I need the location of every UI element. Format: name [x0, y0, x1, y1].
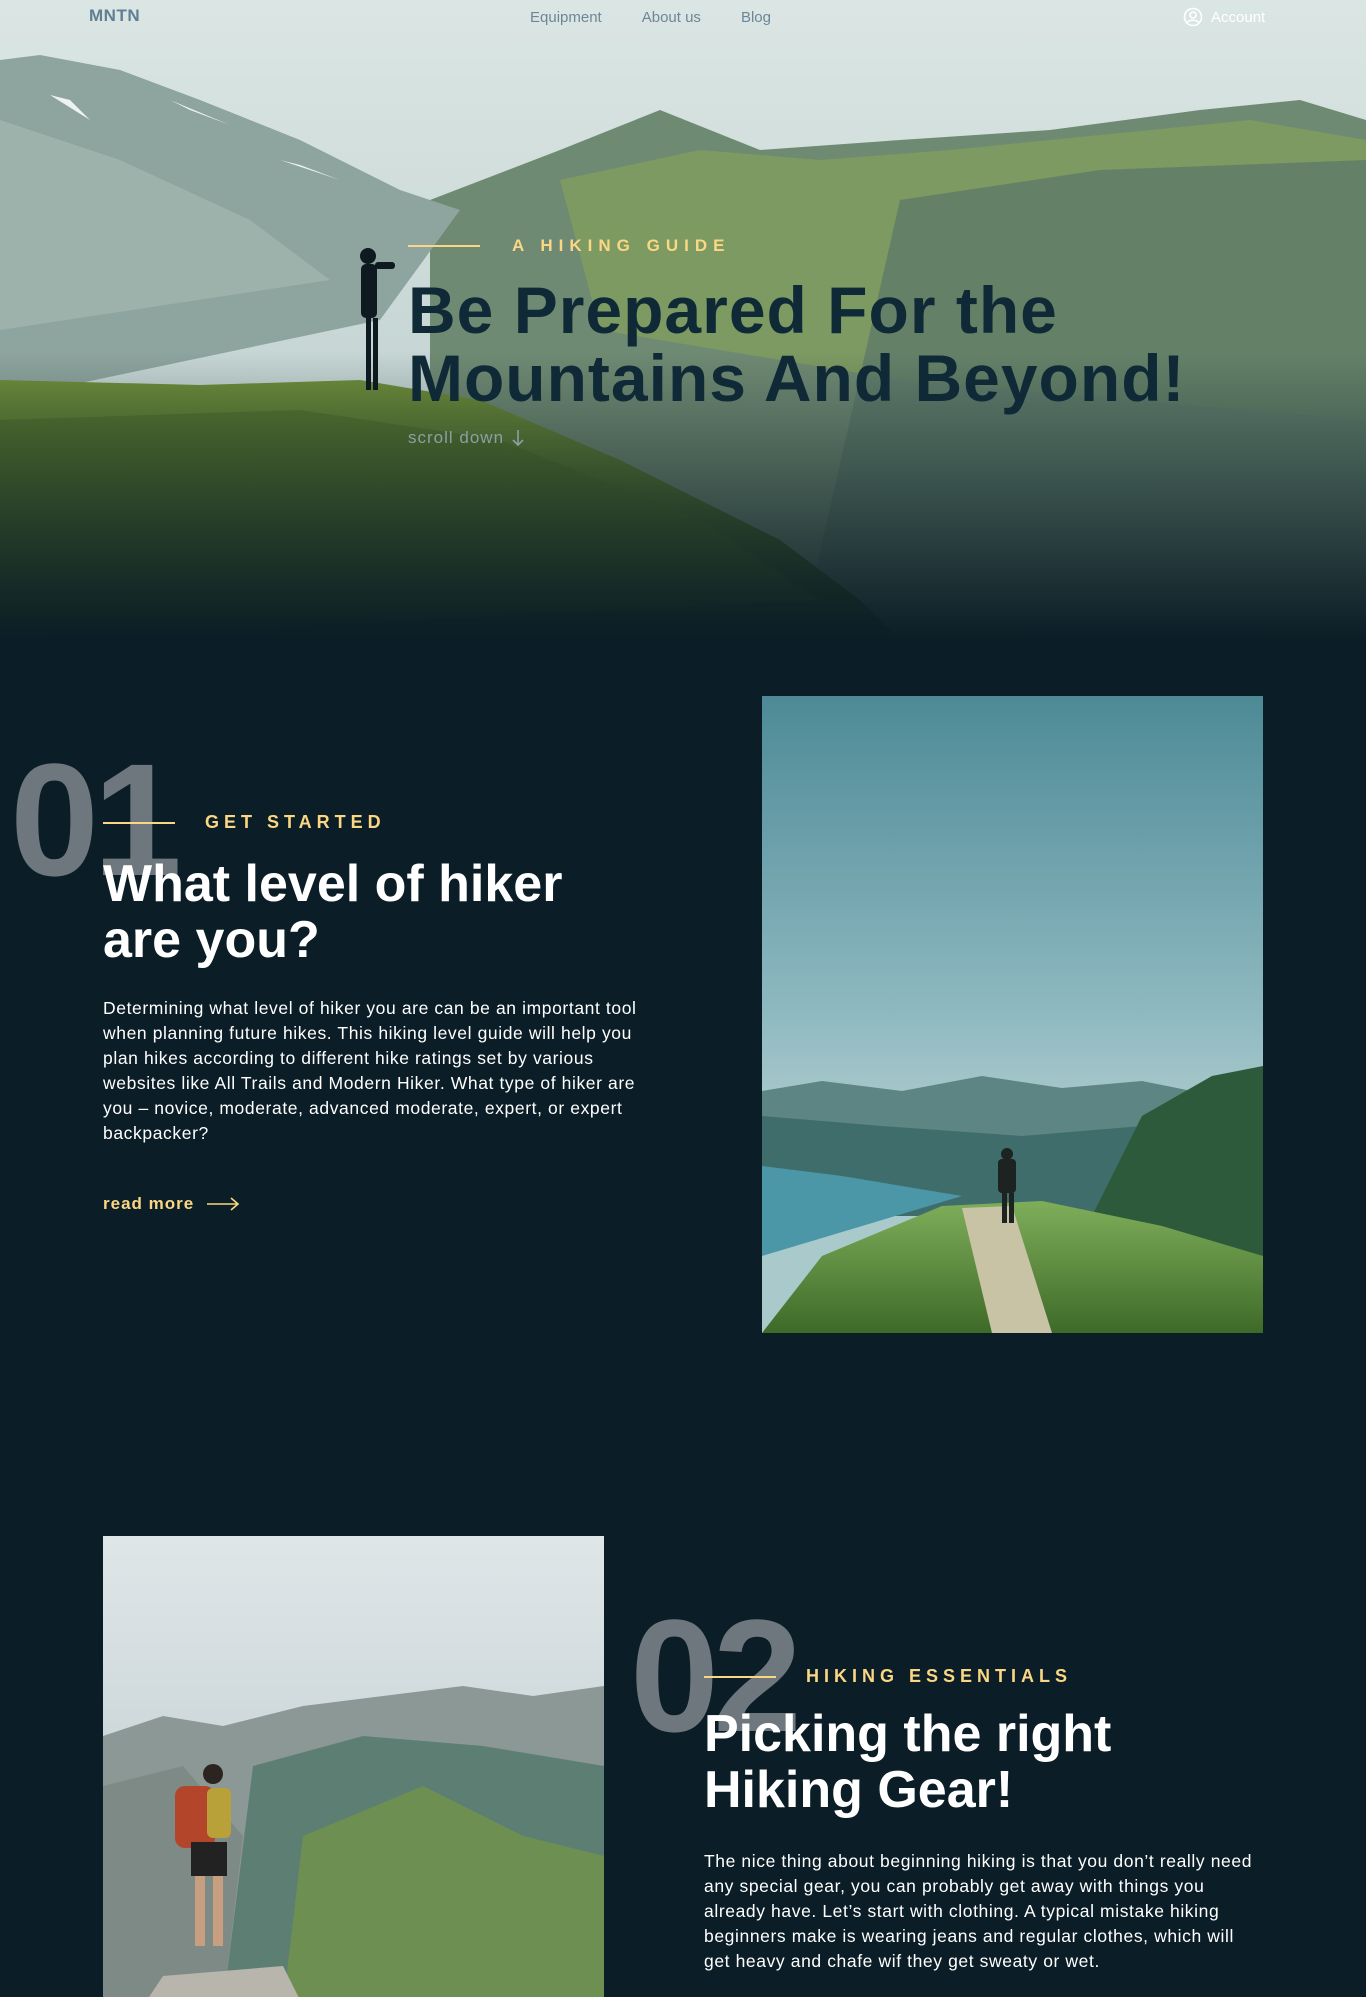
user-circle-icon	[1183, 7, 1203, 27]
section-title-line2: Hiking Gear!	[704, 1761, 1014, 1819]
hiker-trail-image	[762, 696, 1263, 1333]
account-button[interactable]: Account	[1183, 7, 1265, 27]
scroll-down-link[interactable]: scroll down	[408, 428, 1186, 448]
arrow-right-icon	[207, 1197, 240, 1211]
hero-section: MNTN Equipment About us Blog Account A H…	[0, 0, 1366, 640]
nav-link-blog[interactable]: Blog	[741, 9, 771, 26]
nav-link-equipment[interactable]: Equipment	[530, 9, 602, 26]
section-eyebrow-row: GET STARTED	[103, 812, 386, 833]
hero-title-line2: Mountains And Beyond!	[408, 341, 1186, 415]
eyebrow-divider	[704, 1675, 776, 1678]
section-title-line1: Picking the right	[704, 1705, 1112, 1763]
read-more-label: read more	[103, 1194, 195, 1213]
section-eyebrow: GET STARTED	[205, 812, 386, 832]
section-body: The nice thing about beginning hiking is…	[704, 1851, 1253, 1971]
hiker-trail-photo	[762, 696, 1263, 1333]
hiker-summit-image	[103, 1536, 604, 1997]
section-title: What level of hiker are you?	[103, 856, 663, 968]
section-title-line1: What level of hiker	[103, 855, 563, 913]
section-eyebrow: HIKING ESSENTIALS	[806, 1666, 1073, 1686]
arrow-down-icon	[512, 430, 524, 447]
nav-links: Equipment About us Blog	[530, 9, 771, 26]
scroll-label: scroll down	[408, 428, 505, 447]
hero-copy: A HIKING GUIDE Be Prepared For the Mount…	[408, 236, 1186, 448]
eyebrow-divider	[103, 821, 175, 824]
hero-eyebrow-row: A HIKING GUIDE	[408, 236, 1186, 256]
eyebrow-divider	[408, 245, 480, 247]
hero-eyebrow: A HIKING GUIDE	[512, 236, 731, 255]
section-title-line2: are you?	[103, 911, 320, 969]
top-nav: MNTN Equipment About us Blog Account	[0, 0, 1366, 36]
hero-title: Be Prepared For the Mountains And Beyond…	[408, 276, 1186, 412]
hero-title-line1: Be Prepared For the	[408, 273, 1058, 347]
section-eyebrow-row: HIKING ESSENTIALS	[704, 1666, 1072, 1687]
section-body: Determining what level of hiker you are …	[103, 998, 637, 1143]
hiker-summit-photo	[103, 1536, 604, 1997]
logo[interactable]: MNTN	[89, 6, 140, 26]
section-title: Picking the right Hiking Gear!	[704, 1706, 1264, 1818]
read-more-link[interactable]: read more	[103, 1194, 240, 1214]
account-label: Account	[1211, 8, 1266, 26]
nav-link-about-us[interactable]: About us	[642, 9, 701, 26]
section-get-started: 01 GET STARTED What level of hiker are y…	[0, 640, 1366, 1400]
section-hiking-essentials: 02 HIKING ESSENTIALS Picking the right H…	[0, 1400, 1366, 1997]
